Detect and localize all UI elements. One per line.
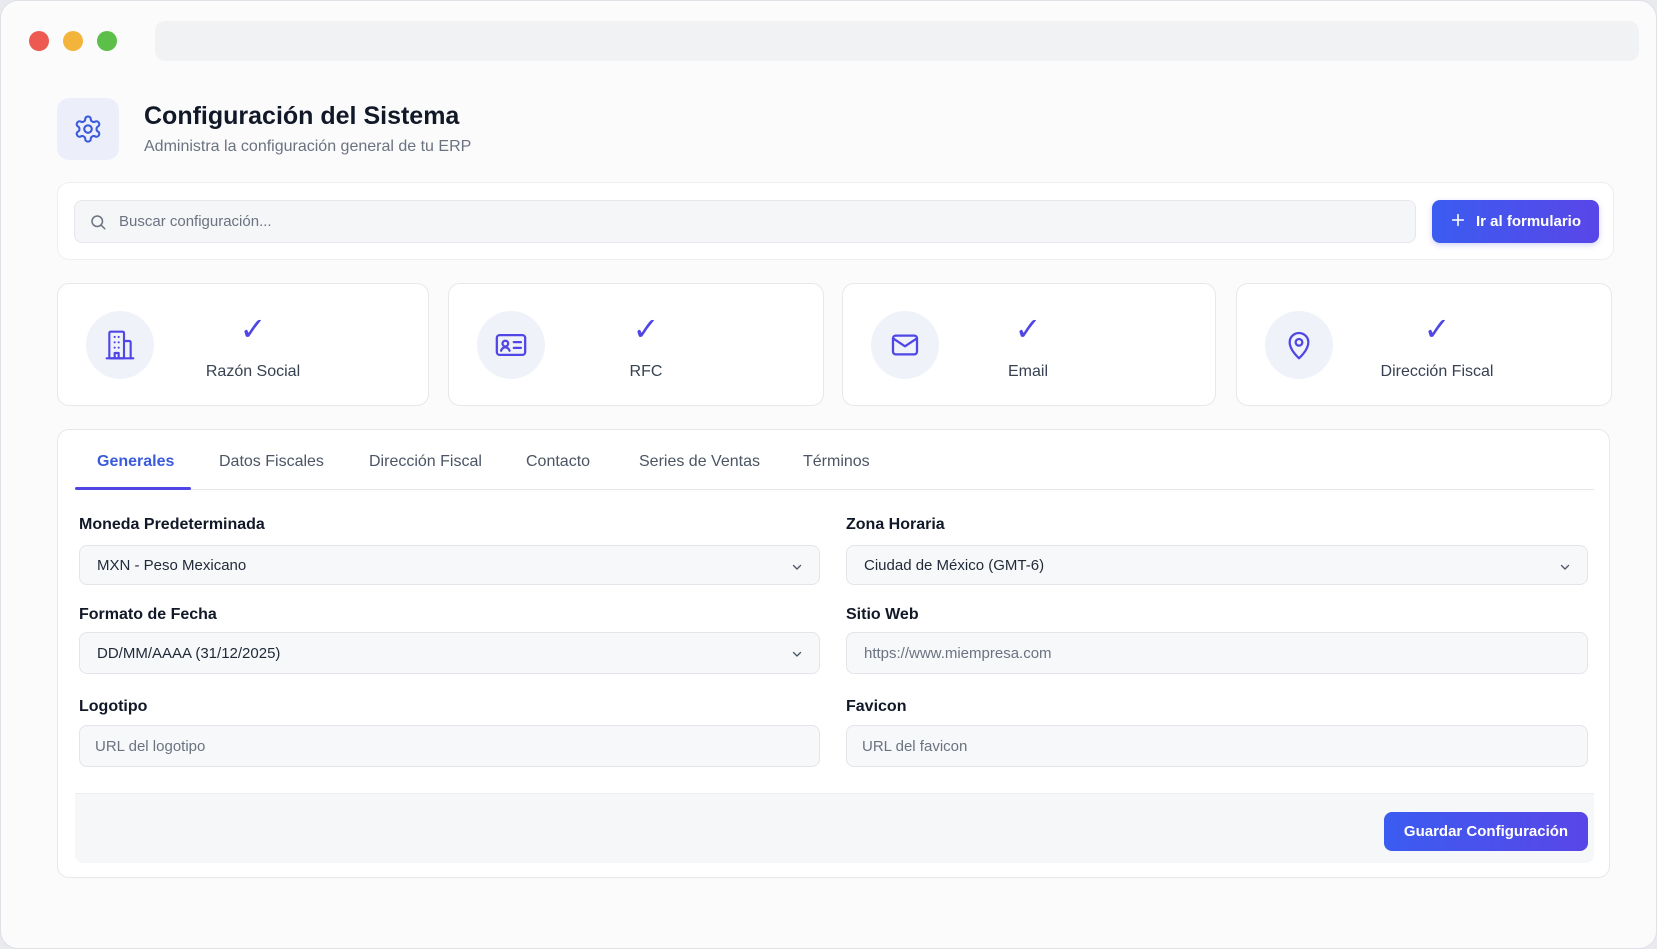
check-icon: ✓: [632, 310, 660, 348]
timezone-value: Ciudad de México (GMT-6): [864, 556, 1045, 574]
app-window: Configuración del Sistema Administra la …: [0, 0, 1657, 949]
plus-icon: [1450, 212, 1466, 232]
favicon-placeholder: URL del favicon: [862, 737, 968, 755]
tab-datos-fiscales[interactable]: Datos Fiscales: [219, 453, 324, 471]
tab-series-de-ventas[interactable]: Series de Ventas: [639, 453, 760, 471]
currency-select[interactable]: MXN - Peso Mexicano: [79, 545, 820, 585]
favicon-label: Favicon: [846, 698, 907, 715]
tab-generales[interactable]: Generales: [97, 453, 174, 471]
close-window-button[interactable]: [29, 31, 49, 51]
logo-url-input[interactable]: URL del logotipo: [79, 725, 820, 767]
form-footer: Guardar Configuración: [75, 793, 1594, 863]
date-format-label: Formato de Fecha: [79, 606, 217, 623]
building-icon: [86, 311, 154, 379]
tab-bar: Generales Datos Fiscales Dirección Fisca…: [75, 430, 1594, 490]
title-bar: [1, 1, 1656, 81]
search-box[interactable]: [74, 200, 1416, 243]
go-to-form-button[interactable]: Ir al formulario: [1432, 200, 1599, 243]
address-bar[interactable]: [155, 21, 1639, 61]
go-to-form-label: Ir al formulario: [1475, 213, 1582, 230]
logo-placeholder: URL del logotipo: [95, 737, 206, 755]
save-configuration-button[interactable]: Guardar Configuración: [1384, 812, 1588, 851]
status-label: Razón Social: [205, 363, 301, 380]
active-tab-indicator: [75, 487, 191, 490]
status-label: Email: [1007, 363, 1049, 380]
status-card-email[interactable]: ✓ Email: [842, 283, 1216, 406]
mail-icon: [871, 311, 939, 379]
tab-terminos[interactable]: Términos: [803, 453, 870, 471]
search-toolbar: Ir al formulario: [57, 182, 1614, 260]
page-title: Configuración del Sistema: [144, 102, 460, 130]
minimize-window-button[interactable]: [63, 31, 83, 51]
chevron-down-icon: [1559, 560, 1571, 577]
gear-icon: [57, 98, 119, 160]
currency-label: Moneda Predeterminada: [79, 516, 265, 533]
date-format-select[interactable]: DD/MM/AAAA (31/12/2025): [79, 632, 820, 674]
settings-form-card: Generales Datos Fiscales Dirección Fisca…: [57, 429, 1610, 878]
check-icon: ✓: [1423, 310, 1451, 348]
check-icon: ✓: [239, 310, 267, 348]
page-subtitle: Administra la configuración general de t…: [144, 138, 472, 155]
id-card-icon: [477, 311, 545, 379]
maximize-window-button[interactable]: [97, 31, 117, 51]
tab-direccion-fiscal[interactable]: Dirección Fiscal: [369, 453, 482, 471]
status-label: RFC: [629, 363, 663, 380]
tab-contacto[interactable]: Contacto: [526, 453, 590, 471]
website-input[interactable]: https://www.miempresa.com: [846, 632, 1588, 674]
logo-label: Logotipo: [79, 698, 148, 715]
page-header: Configuración del Sistema Administra la …: [57, 98, 957, 161]
date-format-value: DD/MM/AAAA (31/12/2025): [97, 644, 281, 662]
check-icon: ✓: [1014, 310, 1042, 348]
website-label: Sitio Web: [846, 606, 919, 623]
status-label: Dirección Fiscal: [1380, 363, 1494, 380]
status-card-direccion-fiscal[interactable]: ✓ Dirección Fiscal: [1236, 283, 1612, 406]
timezone-label: Zona Horaria: [846, 516, 945, 533]
map-pin-icon: [1265, 311, 1333, 379]
timezone-select[interactable]: Ciudad de México (GMT-6): [846, 545, 1588, 585]
status-card-razon-social[interactable]: ✓ Razón Social: [57, 283, 429, 406]
chevron-down-icon: [791, 647, 803, 664]
website-placeholder: https://www.miempresa.com: [864, 644, 1052, 662]
chevron-down-icon: [791, 560, 803, 577]
status-card-rfc[interactable]: ✓ RFC: [448, 283, 824, 406]
favicon-url-input[interactable]: URL del favicon: [846, 725, 1588, 767]
search-input[interactable]: [119, 201, 1399, 242]
search-icon: [89, 213, 107, 236]
currency-value: MXN - Peso Mexicano: [97, 556, 247, 574]
